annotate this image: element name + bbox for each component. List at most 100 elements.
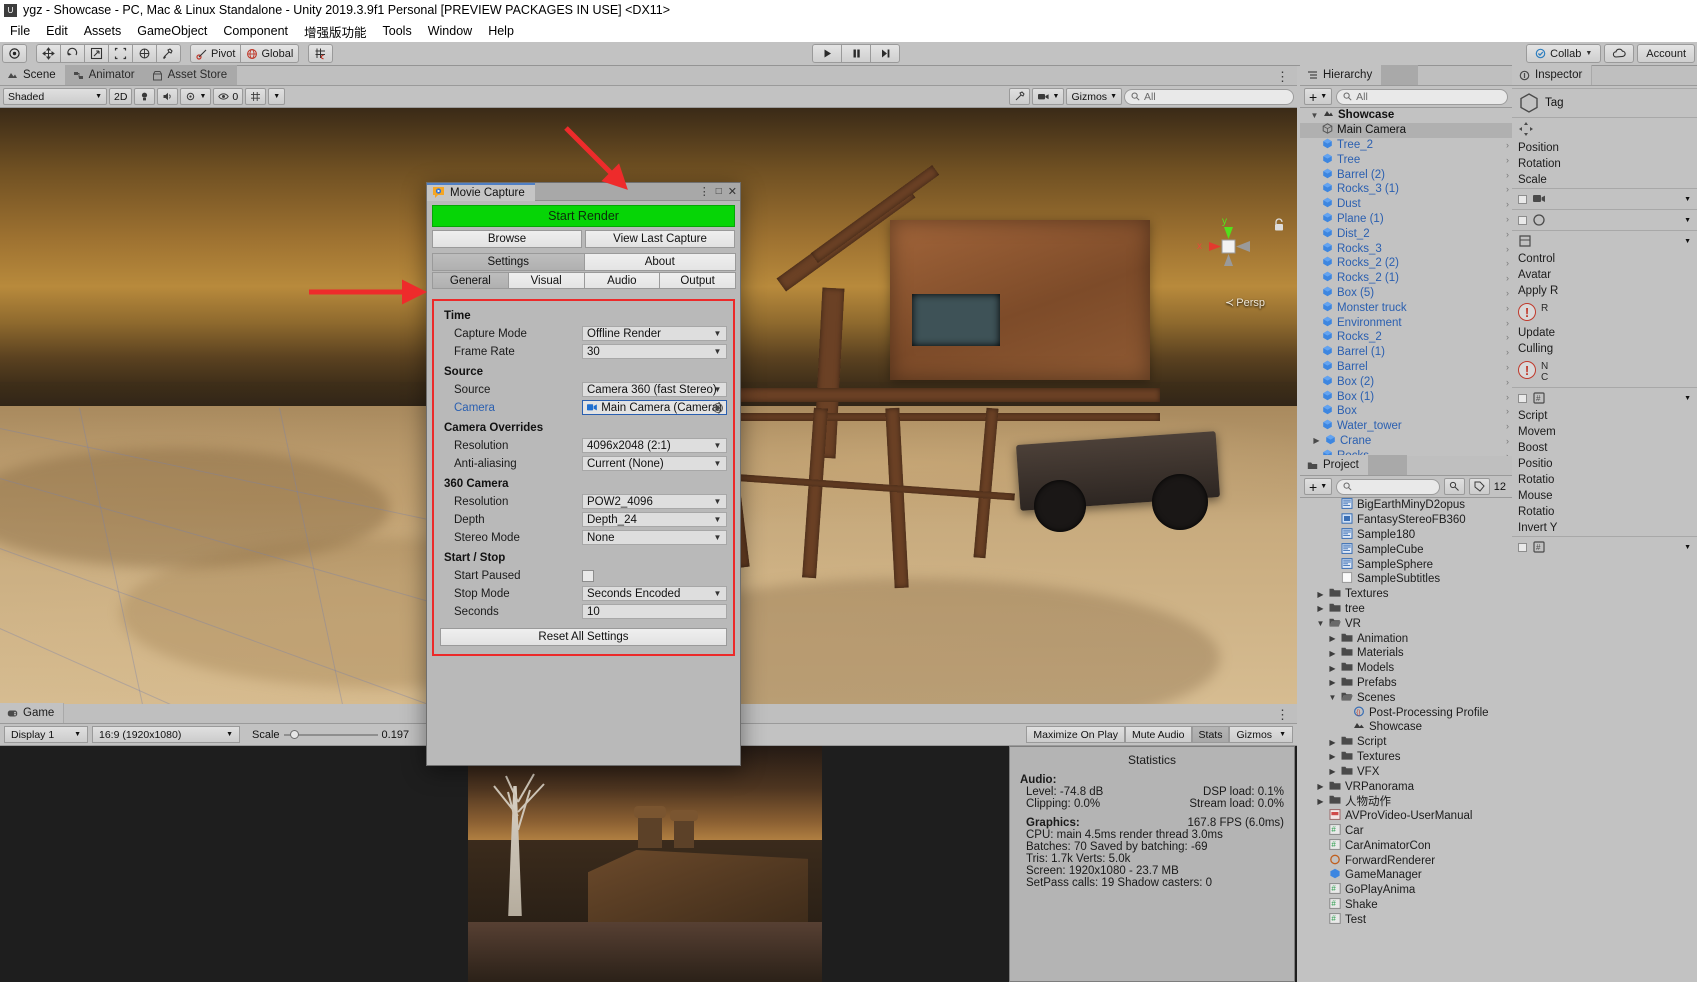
- project-item-test[interactable]: # Test: [1300, 912, 1512, 927]
- field-override-resolution[interactable]: Resolution 4096x2048 (2:1) ▼: [440, 437, 727, 454]
- project-filter-button[interactable]: [1443, 478, 1465, 495]
- menu-tools[interactable]: Tools: [375, 22, 420, 40]
- hierarchy-search-input[interactable]: All: [1336, 88, 1508, 105]
- chevron-down-icon[interactable]: ▼: [1328, 693, 1337, 702]
- hierarchy-item-box[interactable]: Box ›: [1300, 404, 1512, 419]
- move-tool-button[interactable]: [36, 44, 61, 63]
- scene-more-menu[interactable]: ⋮: [1268, 69, 1297, 85]
- field-frame-rate[interactable]: Frame Rate 30 ▼: [440, 343, 727, 360]
- hierarchy-item-crane[interactable]: ▶ Crane ›: [1300, 434, 1512, 449]
- maximize-icon[interactable]: □: [716, 186, 722, 197]
- tab-general[interactable]: General: [432, 272, 509, 289]
- scene-grid-button[interactable]: [245, 88, 267, 105]
- rect-tool-button[interactable]: [108, 44, 133, 63]
- hand-tool-button[interactable]: [2, 44, 27, 63]
- project-item-textures[interactable]: ▶ Textures: [1300, 587, 1512, 602]
- project-item-bigearthminyd2opus[interactable]: BigEarthMinyD2opus: [1300, 498, 1512, 513]
- transform-tool-button[interactable]: [132, 44, 157, 63]
- object-picker-icon[interactable]: ◉: [713, 402, 723, 413]
- tab-about[interactable]: About: [583, 253, 736, 271]
- hierarchy-item-barrel-1-[interactable]: Barrel (1) ›: [1300, 345, 1512, 360]
- close-icon[interactable]: ✕: [728, 185, 737, 198]
- scene-grid-dropdown[interactable]: ▼: [268, 88, 286, 105]
- inspector-component-5[interactable]: # ▼: [1512, 536, 1697, 557]
- hierarchy-item-rocks-2-2-[interactable]: Rocks_2 (2) ›: [1300, 256, 1512, 271]
- field-360-resolution[interactable]: Resolution POW2_4096 ▼: [440, 493, 727, 510]
- menu-file[interactable]: File: [2, 22, 38, 40]
- camera360-resolution-dropdown[interactable]: POW2_4096 ▼: [582, 494, 727, 509]
- project-item-showcase[interactable]: Showcase: [1300, 720, 1512, 735]
- project-item-samplesphere[interactable]: SampleSphere: [1300, 557, 1512, 572]
- aspect-dropdown[interactable]: 16:9 (1920x1080) ▼: [92, 726, 240, 743]
- chevron-down-icon[interactable]: ▼: [1316, 619, 1325, 628]
- hierarchy-item-monster-truck[interactable]: Monster truck ›: [1300, 300, 1512, 315]
- collab-button[interactable]: Collab ▼: [1526, 44, 1602, 63]
- tab-audio[interactable]: Audio: [583, 272, 661, 289]
- project-item-人物动作[interactable]: ▶ 人物动作: [1300, 794, 1512, 809]
- movie-capture-tab[interactable]: Movie Capture: [427, 182, 535, 201]
- scene-snap-settings[interactable]: [1008, 88, 1030, 105]
- hierarchy-item-dust[interactable]: Dust ›: [1300, 197, 1512, 212]
- component-enable-checkbox[interactable]: [1518, 542, 1527, 552]
- project-item-car[interactable]: # Car: [1300, 824, 1512, 839]
- hierarchy-list[interactable]: ▼ Showcase Main Camera Tree_2 › Tree › Barrel (…: [1300, 108, 1512, 458]
- tab-game[interactable]: Game: [0, 703, 65, 723]
- hierarchy-item-tree-2[interactable]: Tree_2 ›: [1300, 138, 1512, 153]
- chevron-right-icon[interactable]: ▶: [1316, 782, 1325, 791]
- inspector-component-1[interactable]: ▼: [1512, 188, 1697, 209]
- menu-gameobject[interactable]: GameObject: [129, 22, 215, 40]
- frame-rate-dropdown[interactable]: 30 ▼: [582, 344, 727, 359]
- field-seconds[interactable]: Seconds 10: [440, 603, 727, 620]
- project-item-avprovideo-usermanual[interactable]: AVProVideo-UserManual: [1300, 809, 1512, 824]
- view-last-capture-button[interactable]: View Last Capture: [585, 230, 735, 248]
- stop-mode-dropdown[interactable]: Seconds Encoded ▼: [582, 586, 727, 601]
- tab-scene[interactable]: Scene: [0, 65, 66, 85]
- rotate-tool-button[interactable]: [60, 44, 85, 63]
- component-enable-checkbox[interactable]: [1518, 393, 1527, 403]
- chevron-right-icon[interactable]: ▶: [1316, 797, 1325, 806]
- field-source[interactable]: Source Camera 360 (fast Stereo) ▼: [440, 381, 727, 398]
- chevron-right-icon[interactable]: ▶: [1328, 752, 1337, 761]
- scene-fx-dropdown[interactable]: ▼: [180, 88, 212, 105]
- step-button[interactable]: [870, 44, 900, 63]
- project-item-vfx[interactable]: ▶ VFX: [1300, 764, 1512, 779]
- movie-capture-window[interactable]: Movie Capture ⋮ □ ✕ Start Render Browse …: [426, 182, 741, 766]
- chevron-right-icon[interactable]: ▶: [1328, 649, 1337, 658]
- stereo-mode-dropdown[interactable]: None ▼: [582, 530, 727, 545]
- project-item-animation[interactable]: ▶ Animation: [1300, 631, 1512, 646]
- chevron-right-icon[interactable]: ▶: [1316, 604, 1325, 613]
- shading-mode-dropdown[interactable]: Shaded ▼: [3, 88, 107, 105]
- scale-tool-button[interactable]: [84, 44, 109, 63]
- camera360-depth-dropdown[interactable]: Depth_24 ▼: [582, 512, 727, 527]
- component-enable-checkbox[interactable]: [1518, 194, 1527, 204]
- project-item-post-processing-profile[interactable]: {} Post-Processing Profile: [1300, 705, 1512, 720]
- project-list[interactable]: BigEarthMinyD2opus FantasyStereoFB360 Samp…: [1300, 498, 1512, 982]
- game-gizmos-dropdown[interactable]: Gizmos ▼: [1229, 726, 1293, 743]
- account-button[interactable]: Account: [1637, 44, 1695, 63]
- tab-animator[interactable]: Animator: [65, 65, 145, 85]
- menu-edit[interactable]: Edit: [38, 22, 76, 40]
- hierarchy-extra-tab[interactable]: [1382, 65, 1419, 85]
- project-item-gamemanager[interactable]: GameManager: [1300, 868, 1512, 883]
- inspector-transform-header[interactable]: [1512, 117, 1697, 140]
- scene-lock-icon[interactable]: [1273, 218, 1285, 235]
- project-extra-tab[interactable]: [1368, 455, 1407, 475]
- inspector-component-2[interactable]: ▼: [1512, 209, 1697, 230]
- field-anti-aliasing[interactable]: Anti-aliasing Current (None) ▼: [440, 455, 727, 472]
- cloud-button[interactable]: [1604, 44, 1635, 63]
- tab-settings[interactable]: Settings: [432, 253, 585, 271]
- maximize-on-play-button[interactable]: Maximize On Play: [1026, 726, 1125, 743]
- hierarchy-item-box-5-[interactable]: Box (5) ›: [1300, 286, 1512, 301]
- project-add-button[interactable]: + ▼: [1304, 478, 1333, 495]
- scale-slider[interactable]: [283, 728, 378, 742]
- anti-aliasing-dropdown[interactable]: Current (None) ▼: [582, 456, 727, 471]
- project-label-button[interactable]: [1468, 478, 1490, 495]
- hierarchy-item-rocks-3[interactable]: Rocks_3 ›: [1300, 241, 1512, 256]
- start-render-button[interactable]: Start Render: [432, 205, 735, 227]
- override-resolution-dropdown[interactable]: 4096x2048 (2:1) ▼: [582, 438, 727, 453]
- seconds-input[interactable]: 10: [582, 604, 727, 619]
- hierarchy-item-barrel-2-[interactable]: Barrel (2) ›: [1300, 167, 1512, 182]
- hierarchy-add-button[interactable]: + ▼: [1304, 88, 1333, 105]
- field-capture-mode[interactable]: Capture Mode Offline Render ▼: [440, 325, 727, 342]
- hierarchy-item-environment[interactable]: Environment ›: [1300, 315, 1512, 330]
